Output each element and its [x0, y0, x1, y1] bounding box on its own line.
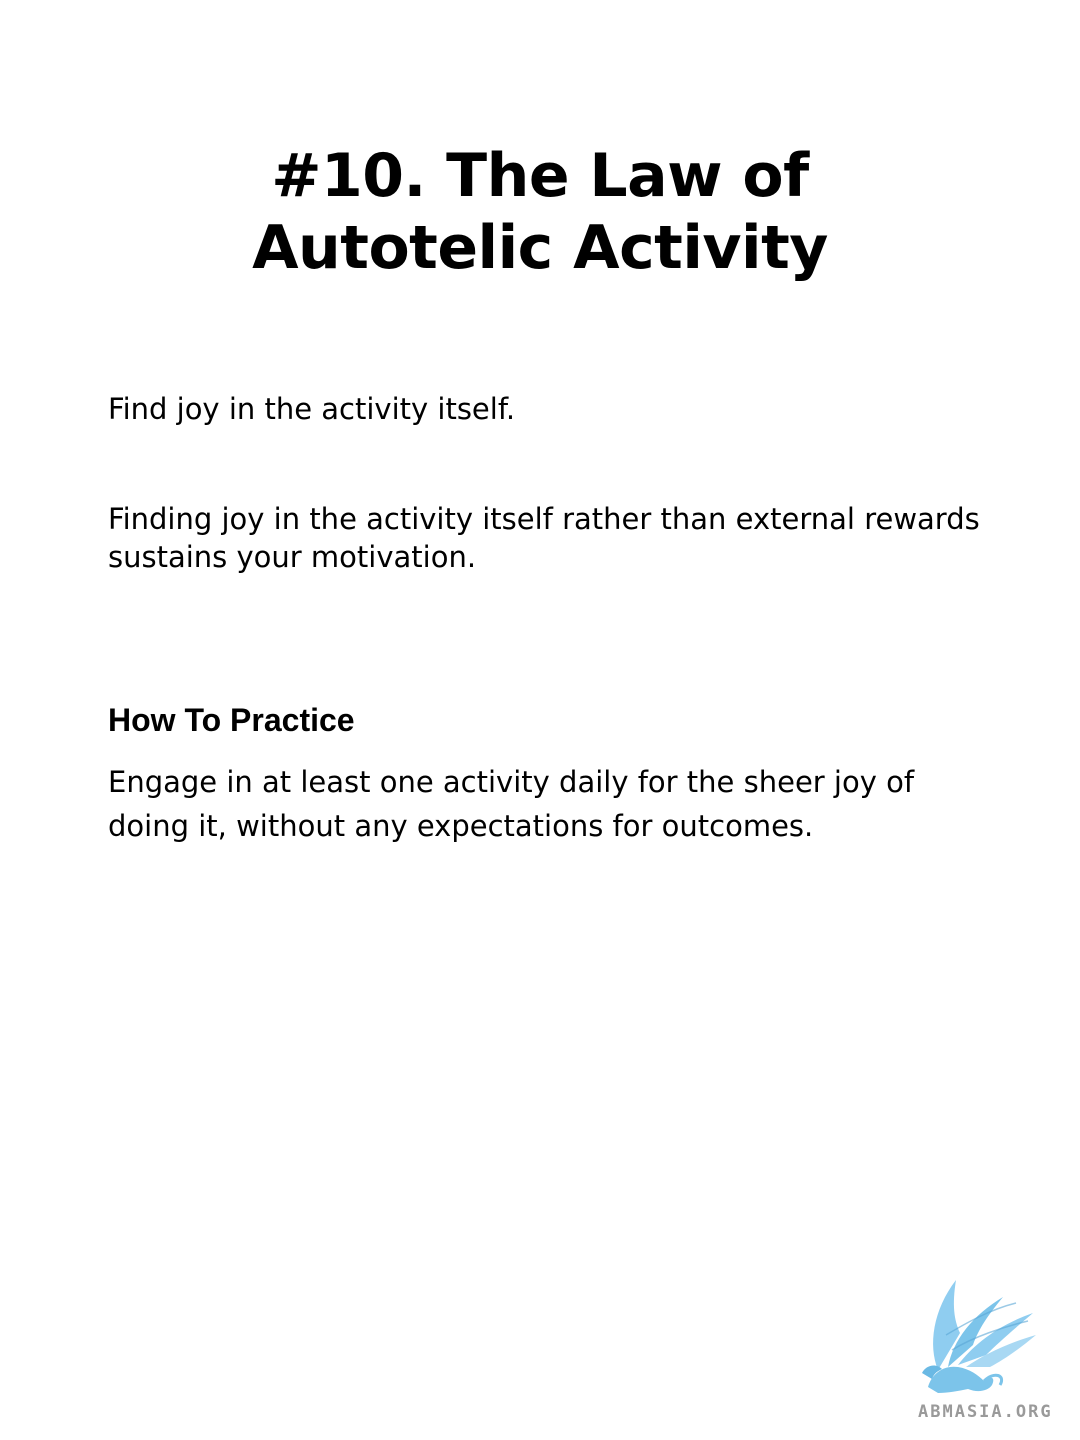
title-line-2: Autotelic Activity	[252, 213, 828, 283]
griffin-logo-icon	[922, 1280, 1036, 1393]
practice-text: Engage in at least one activity daily fo…	[108, 765, 915, 843]
practice-heading: How To Practice	[108, 702, 355, 738]
logo-text: ABMASIA.ORG	[918, 1402, 1053, 1422]
description: Finding joy in the activity itself rathe…	[108, 502, 980, 574]
title-line-1: #10. The Law of	[271, 141, 809, 211]
page-title: #10. The Law of Autotelic Activity	[0, 140, 1080, 284]
slide: #10. The Law of Autotelic Activity Find …	[0, 0, 1080, 1440]
subtitle: Find joy in the activity itself.	[108, 392, 516, 426]
